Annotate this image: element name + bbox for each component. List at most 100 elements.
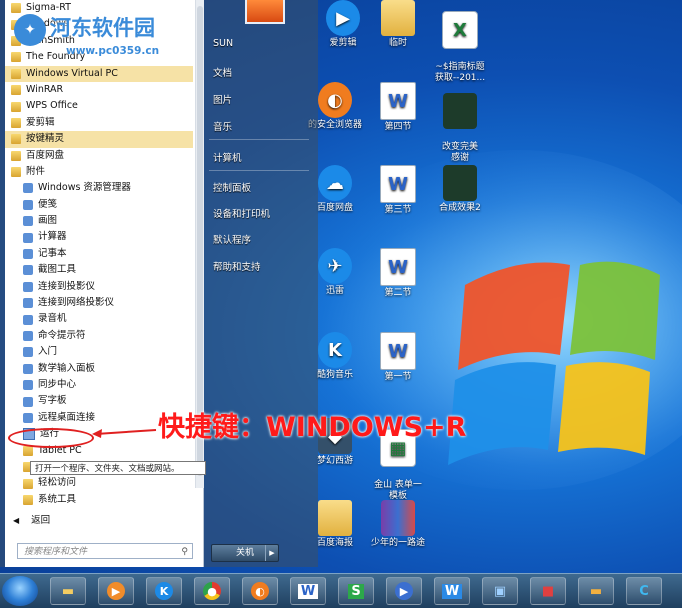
desktop-icon[interactable]: W 第三节 — [368, 165, 428, 216]
folder-icon — [23, 478, 33, 489]
right-item-user[interactable]: SUN — [213, 38, 233, 49]
program-item[interactable]: 轻松访问 — [5, 475, 193, 491]
program-item[interactable]: 连接到网络投影仪 — [5, 295, 193, 311]
program-item[interactable]: 命令提示符 — [5, 328, 193, 344]
taskbar-toolbox-button[interactable]: ■ — [530, 577, 566, 605]
folder-icon — [23, 494, 33, 505]
taskbar-kugou-button[interactable]: K — [146, 577, 182, 605]
desktop-icon[interactable]: W 第一节 — [368, 332, 428, 383]
program-item[interactable]: Windows 资源管理器 — [5, 180, 193, 196]
program-item[interactable]: 同步中心 — [5, 377, 193, 393]
program-label: 命令提示符 — [38, 329, 86, 341]
program-label: 写字板 — [38, 395, 67, 407]
c-app-icon: C — [639, 583, 649, 599]
folder-icon — [11, 101, 21, 112]
wps-sheet-icon: S — [348, 583, 364, 599]
program-label: 数学输入面板 — [38, 362, 96, 374]
program-item[interactable]: 入门 — [5, 344, 193, 360]
desktop-icon[interactable]: 临时 — [368, 0, 428, 49]
program-item[interactable]: WinRAR — [5, 82, 193, 98]
program-item[interactable]: 便笺 — [5, 197, 193, 213]
aijianji-icon: ▶ — [395, 582, 413, 600]
right-item-default-programs[interactable]: 默认程序 — [213, 232, 251, 246]
back-button[interactable]: ◀ 返回 — [13, 512, 50, 526]
desktop-icon[interactable]: W 第二节 — [368, 248, 428, 299]
program-icon — [23, 183, 33, 194]
folder-icon — [11, 52, 21, 63]
folder-icon: ▬ — [61, 583, 75, 599]
start-menu: Sigma-RT Windows TechSmith The Foundry Windo… — [0, 0, 318, 567]
kugou-icon: K — [318, 332, 352, 368]
desktop-icon[interactable]: ▶ 爱剪辑 — [313, 0, 373, 49]
taskbar-c-button[interactable]: C — [626, 577, 662, 605]
program-label: 远程桌面连接 — [38, 411, 96, 423]
right-item-computer[interactable]: 计算机 — [213, 150, 242, 164]
folder-icon — [11, 3, 21, 14]
shutdown-button[interactable]: 关机 ▶ — [211, 544, 279, 562]
taskbar-media-button[interactable]: ▶ — [98, 577, 134, 605]
right-item-pictures[interactable]: 图片 — [213, 92, 232, 106]
program-item[interactable]: 百度网盘 — [5, 148, 193, 164]
taskbar-chrome-button[interactable]: ● — [194, 577, 230, 605]
program-item[interactable]: 录音机 — [5, 311, 193, 327]
desktop-icon[interactable]: 合成效果2 — [430, 165, 490, 214]
user-avatar[interactable] — [245, 0, 285, 24]
program-icon — [23, 363, 33, 374]
taskbar-wps-writer-button[interactable]: W — [290, 577, 326, 605]
taskbar-wps-sheet-button[interactable]: S — [338, 577, 374, 605]
program-item[interactable]: 爱剪辑 — [5, 115, 193, 131]
program-item[interactable]: 记事本 — [5, 246, 193, 262]
right-item-music[interactable]: 音乐 — [213, 119, 232, 133]
folder-icon: ▬ — [589, 583, 603, 599]
wps-writer-icon: W — [297, 583, 319, 599]
taskbar-folder-button[interactable]: ▬ — [578, 577, 614, 605]
baidu-netdisk-icon: ☁ — [318, 165, 352, 201]
program-label: WinRAR — [26, 83, 64, 95]
program-icon — [23, 314, 33, 325]
watermark-url: www.pc0359.cn — [66, 45, 160, 57]
right-item-documents[interactable]: 文档 — [213, 65, 232, 79]
program-label: 百度网盘 — [26, 149, 65, 161]
search-input[interactable]: 搜索程序和文件 ⚲ — [17, 543, 193, 559]
folder-icon — [318, 500, 352, 536]
program-label: 计算器 — [38, 231, 67, 243]
program-item[interactable]: 数学输入面板 — [5, 361, 193, 377]
program-item[interactable]: 附件 — [5, 164, 193, 180]
start-menu-programs-panel: Sigma-RT Windows TechSmith The Foundry Windo… — [5, 0, 204, 567]
start-button[interactable] — [2, 576, 38, 606]
chrome-icon: ● — [203, 582, 221, 600]
right-item-devices-printers[interactable]: 设备和打印机 — [213, 206, 270, 220]
taskbar-word-button[interactable]: W — [434, 577, 470, 605]
program-icon — [23, 265, 33, 276]
program-label: 按键精灵 — [26, 133, 65, 145]
program-item[interactable]: 系统工具 — [5, 492, 193, 508]
desktop-icon[interactable]: 少年的一路途 — [368, 500, 428, 549]
run-tooltip: 打开一个程序、文件夹、文档或网站。 — [30, 461, 206, 475]
right-item-help[interactable]: 帮助和支持 — [213, 259, 261, 273]
program-item[interactable]: 画图 — [5, 213, 193, 229]
taskbar: ▬ ▶ K ● ◐ W S ▶ W ▣ ■ ▬ C — [0, 573, 682, 608]
desktop-icon[interactable]: X ~$指南标题 获取--201... — [430, 0, 490, 84]
aijianji-icon: ▶ — [326, 0, 360, 36]
taskbar-aijianji-button[interactable]: ▶ — [386, 577, 422, 605]
program-item[interactable]: 计算器 — [5, 229, 193, 245]
program-label: 截图工具 — [38, 264, 77, 276]
taskbar-media2-button[interactable]: ▣ — [482, 577, 518, 605]
program-item[interactable]: 截图工具 — [5, 262, 193, 278]
program-icon — [23, 380, 33, 391]
desktop-icon[interactable]: W 第四节 — [368, 82, 428, 133]
taskbar-browser-button[interactable]: ◐ — [242, 577, 278, 605]
program-item[interactable]: 连接到投影仪 — [5, 279, 193, 295]
program-item[interactable]: Windows Virtual PC — [5, 65, 193, 82]
shutdown-options-arrow-icon[interactable]: ▶ — [265, 545, 278, 561]
program-icon — [23, 232, 33, 243]
program-label: 系统工具 — [38, 493, 77, 505]
right-item-control-panel[interactable]: 控制面板 — [213, 180, 251, 194]
folder-icon — [11, 134, 21, 145]
desktop-icon[interactable]: 改变完美 感谢 — [430, 82, 490, 164]
separator — [209, 170, 309, 171]
program-item[interactable]: WPS Office — [5, 98, 193, 114]
taskbar-explorer-button[interactable]: ▬ — [50, 577, 86, 605]
media-player-icon: ▶ — [107, 582, 125, 600]
program-item[interactable]: 按键精灵 — [5, 131, 193, 148]
